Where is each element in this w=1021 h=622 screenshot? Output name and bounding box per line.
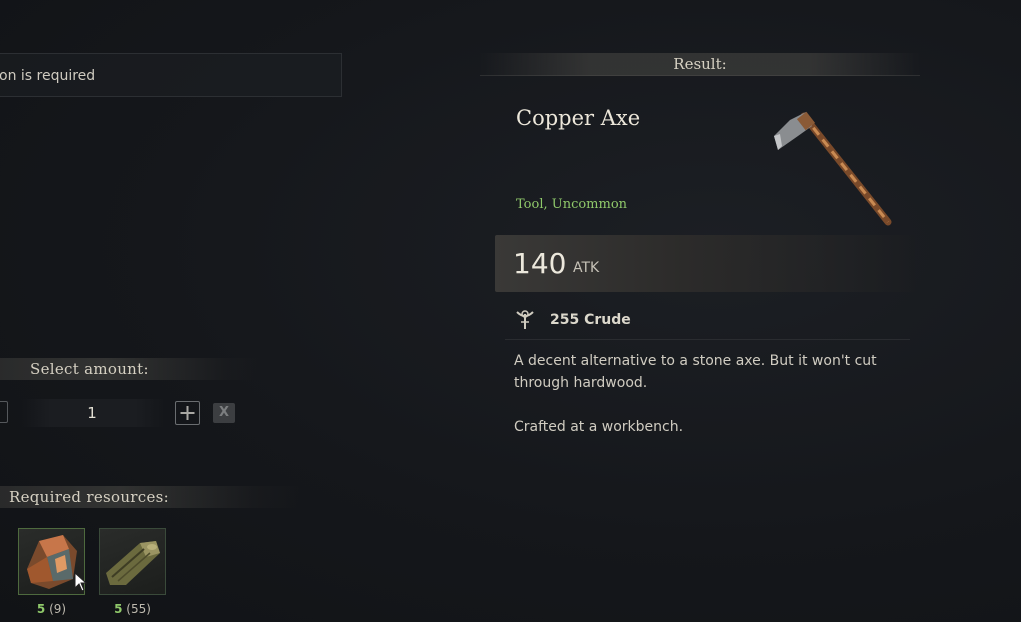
- attack-stat-panel: 140 ATK: [495, 235, 915, 292]
- plus-icon: [180, 406, 195, 420]
- divider: [505, 339, 910, 340]
- result-header: Result:: [480, 53, 920, 76]
- decrease-amount-button[interactable]: [0, 401, 8, 423]
- resource-slot-wood-log[interactable]: [99, 528, 166, 595]
- copper-axe-icon: [774, 111, 892, 226]
- resource-count-copper-ore: 5 (9): [18, 602, 85, 616]
- resource-need: 5: [36, 602, 46, 616]
- amount-value: 1: [87, 404, 97, 422]
- quality-icon: [516, 310, 534, 329]
- increase-amount-button[interactable]: [175, 401, 200, 425]
- clear-amount-button[interactable]: X: [213, 403, 235, 423]
- requirement-notice: on is required: [0, 53, 342, 97]
- result-label: Result:: [673, 55, 727, 73]
- resource-have: (9): [49, 602, 67, 616]
- mouse-cursor-icon: [74, 572, 88, 592]
- description-line: A decent alternative to a stone axe. But…: [514, 353, 877, 391]
- attack-unit: ATK: [573, 260, 600, 276]
- quality-text: 255 Crude: [550, 312, 631, 328]
- item-type: Tool, Uncommon: [516, 197, 628, 212]
- required-resources-label: Required resources:: [9, 488, 169, 506]
- resource-count-wood-log: 5 (55): [99, 602, 166, 616]
- select-amount-label: Select amount:: [30, 360, 149, 378]
- select-amount-header: Select amount:: [0, 358, 265, 380]
- notice-text: on is required: [0, 68, 96, 84]
- required-resources-header: Required resources:: [0, 486, 300, 508]
- resource-have: (55): [126, 602, 151, 616]
- wood-log-icon: [106, 541, 160, 585]
- attack-value: 140: [513, 247, 567, 280]
- amount-input[interactable]: 1: [22, 399, 164, 427]
- item-description: A decent alternative to a stone axe. But…: [514, 350, 894, 460]
- crafting-location: Crafted at a workbench.: [514, 419, 684, 435]
- clear-label: X: [218, 405, 230, 420]
- item-name: Copper Axe: [516, 106, 641, 130]
- resource-need: 5: [114, 602, 123, 616]
